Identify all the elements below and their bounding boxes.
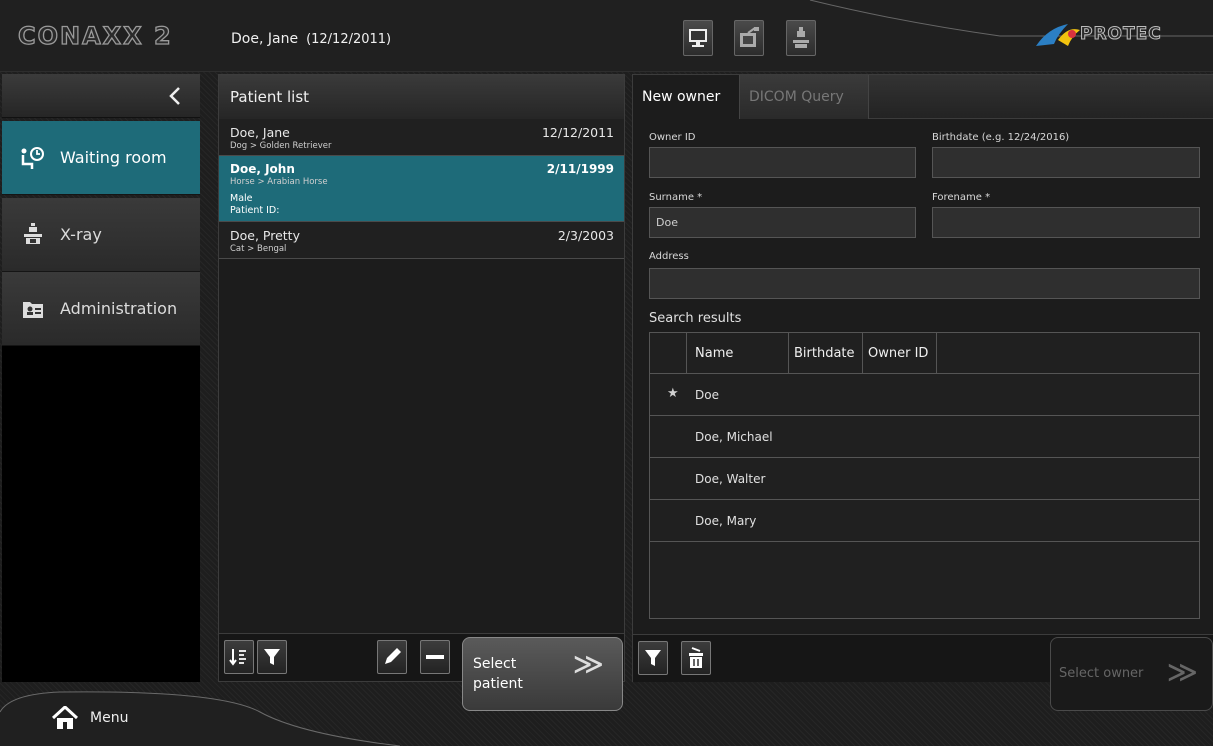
- collapse-sidebar-button[interactable]: [2, 74, 200, 118]
- table-row[interactable]: ★ Doe: [650, 374, 1199, 416]
- double-chevron-right-icon: ≫: [572, 647, 604, 682]
- result-name: Doe, Mary: [695, 514, 757, 528]
- table-row[interactable]: Doe, Michael: [650, 416, 1199, 458]
- address-field[interactable]: [649, 268, 1200, 299]
- select-owner-button[interactable]: Select owner ≫: [1050, 637, 1213, 711]
- sidebar-item-xray[interactable]: X-ray: [2, 198, 200, 272]
- minus-icon: [426, 655, 444, 659]
- tab-new-owner[interactable]: New owner: [633, 75, 739, 120]
- sidebar-item-label: Waiting room: [60, 148, 167, 167]
- xray-unit-mode-button[interactable]: [786, 20, 816, 56]
- filter-icon: [645, 650, 661, 666]
- patient-breed: Dog > Golden Retriever: [230, 141, 332, 151]
- result-name: Doe: [695, 388, 719, 402]
- double-chevron-right-icon: ≫: [1166, 655, 1198, 690]
- trash-icon: [689, 647, 703, 668]
- sidebar-item-waiting-room[interactable]: Waiting room: [2, 121, 200, 195]
- birthdate-field[interactable]: [932, 147, 1200, 178]
- current-patient-label: Doe, Jane (12/12/2011): [231, 31, 391, 47]
- forename-field[interactable]: [932, 207, 1200, 238]
- column-header-birthdate[interactable]: Birthdate: [789, 333, 863, 374]
- remove-button[interactable]: [420, 640, 450, 674]
- sidebar-item-label: Administration: [60, 299, 178, 318]
- filter-icon: [264, 649, 280, 665]
- patient-sex: Male: [230, 193, 253, 204]
- filter-button[interactable]: [257, 640, 287, 674]
- patient-list-panel: Patient list Doe, Jane 12/12/2011 Dog > …: [218, 74, 625, 682]
- tab-dicom-query[interactable]: DICOM Query: [739, 75, 869, 119]
- xray-unit-icon: [793, 27, 809, 48]
- column-header-owner-id[interactable]: Owner ID: [863, 333, 937, 374]
- forename-label: Forename *: [932, 192, 991, 203]
- brand-name: PROTEC: [1080, 24, 1162, 45]
- address-label: Address: [649, 251, 689, 262]
- sort-button[interactable]: [224, 640, 254, 674]
- owner-id-field[interactable]: [649, 147, 916, 178]
- patient-date: 2/3/2003: [557, 228, 614, 243]
- pencil-icon: [385, 648, 401, 664]
- edit-button[interactable]: [377, 640, 407, 674]
- star-icon: ★: [667, 386, 679, 401]
- search-results-label: Search results: [649, 311, 742, 326]
- birthdate-label: Birthdate (e.g. 12/24/2016): [932, 132, 1070, 143]
- select-owner-label: Select owner: [1059, 666, 1144, 681]
- owner-tabs: New owner DICOM Query: [633, 75, 1213, 120]
- detector-mode-button[interactable]: [734, 20, 764, 56]
- sidebar-item-administration[interactable]: Administration: [2, 272, 200, 346]
- filler-column-header: [937, 333, 1199, 374]
- patient-row-selected[interactable]: Doe, John 2/11/1999 Horse > Arabian Hors…: [219, 156, 624, 222]
- surname-field[interactable]: [649, 207, 916, 238]
- patient-breed: Horse > Arabian Horse: [230, 177, 328, 187]
- patient-name: Doe, Pretty: [230, 228, 300, 243]
- table-row[interactable]: Doe, Walter: [650, 458, 1199, 500]
- search-results-table: Name Birthdate Owner ID ★ Doe Doe, Micha…: [649, 332, 1200, 619]
- detector-icon: [740, 27, 759, 47]
- table-row[interactable]: Doe, Mary: [650, 500, 1199, 542]
- home-icon: [52, 706, 78, 729]
- sidebar-empty-area: [2, 346, 200, 682]
- patient-date: 2/11/1999: [546, 162, 614, 176]
- current-patient-dob: (12/12/2011): [306, 32, 392, 47]
- owner-filter-button[interactable]: [638, 641, 668, 675]
- surname-label: Surname *: [649, 192, 703, 203]
- administration-icon: [20, 296, 46, 322]
- sidebar-item-label: X-ray: [60, 225, 102, 244]
- menu-button[interactable]: Menu: [0, 690, 340, 746]
- owner-panel: New owner DICOM Query Owner ID Birthdate…: [632, 74, 1213, 682]
- select-patient-button[interactable]: Select patient ≫: [462, 637, 623, 711]
- patient-list-title: Patient list: [219, 75, 624, 119]
- patient-details: Male Patient ID:: [230, 193, 614, 217]
- app-logo: CONAXX 2: [17, 21, 173, 50]
- waiting-room-icon: [20, 145, 46, 171]
- current-patient-name: Doe, Jane: [231, 31, 299, 47]
- top-bar: CONAXX 2 Doe, Jane (12/12/2011) PROTEC: [0, 0, 1213, 72]
- menu-label: Menu: [90, 710, 129, 726]
- chevron-left-icon: [169, 87, 180, 105]
- star-column-header: [650, 333, 687, 374]
- patient-row[interactable]: Doe, Pretty 2/3/2003 Cat > Bengal: [219, 222, 624, 259]
- owner-id-label: Owner ID: [649, 132, 696, 143]
- patient-row[interactable]: Doe, Jane 12/12/2011 Dog > Golden Retrie…: [219, 119, 624, 156]
- xray-icon: [20, 222, 46, 248]
- clear-button[interactable]: [681, 641, 711, 675]
- result-name: Doe, Walter: [695, 472, 766, 486]
- patient-id: Patient ID:: [230, 205, 280, 216]
- column-header-name[interactable]: Name: [687, 333, 789, 374]
- patient-breed: Cat > Bengal: [230, 244, 287, 254]
- sort-icon: [229, 649, 246, 666]
- monitor-icon: [689, 29, 707, 47]
- workstation-mode-button[interactable]: [683, 20, 713, 56]
- patient-date: 12/12/2011: [541, 125, 614, 140]
- result-name: Doe, Michael: [695, 430, 773, 444]
